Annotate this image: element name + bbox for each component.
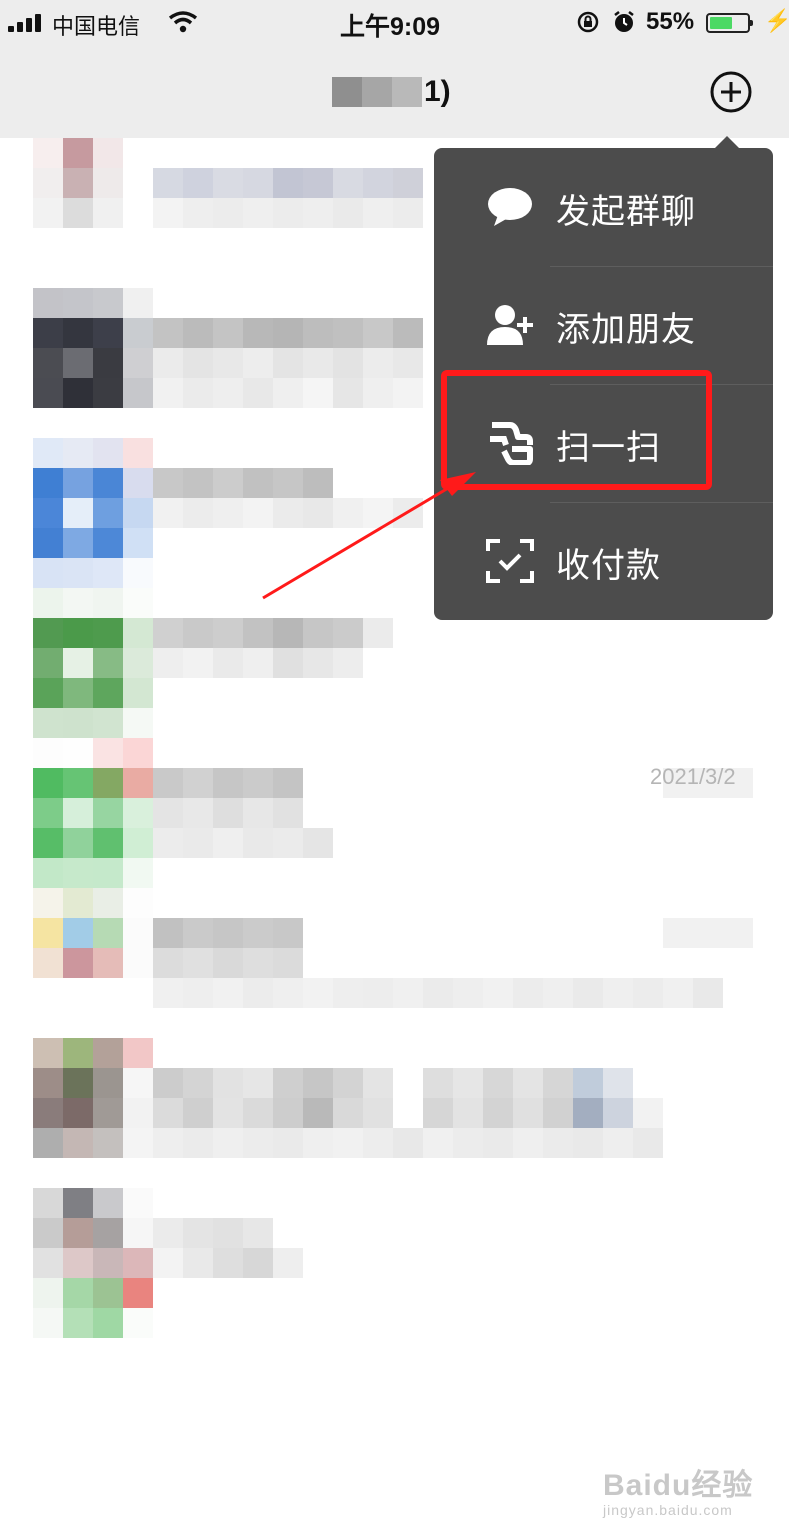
watermark-url: jingyan.baidu.com <box>603 1502 733 1518</box>
baidu-logo: Baidu经验 jingyan.baidu.com <box>603 1460 753 1518</box>
watermark-brand: Baidu经验 <box>603 1469 754 1502</box>
annotation-arrow <box>262 472 476 600</box>
